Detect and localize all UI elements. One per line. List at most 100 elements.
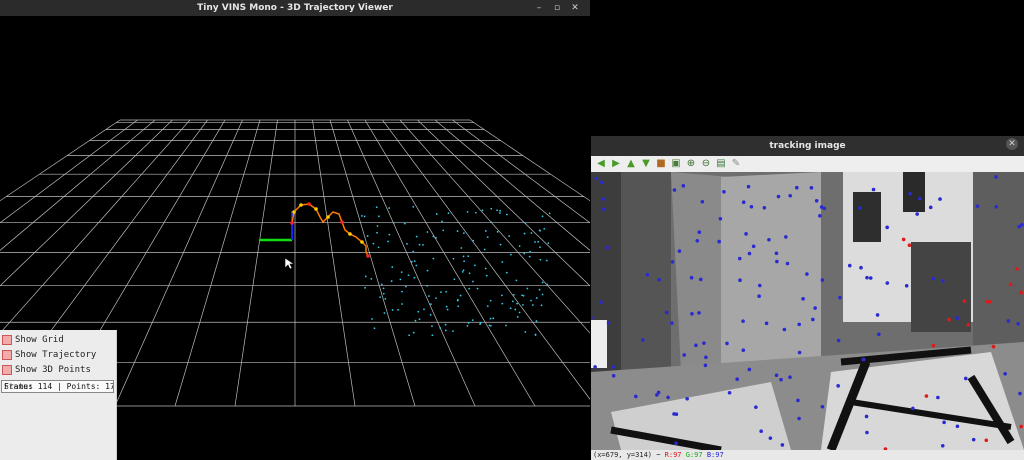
save-icon[interactable]: ▤ [715, 158, 727, 170]
close-icon[interactable]: ✕ [568, 0, 582, 16]
keyframe-marker [292, 210, 296, 214]
arrow-up-icon[interactable]: ▲ [625, 158, 637, 170]
map-point [412, 205, 415, 208]
map-point [460, 247, 463, 249]
map-point [373, 327, 376, 330]
feature-point [670, 321, 674, 325]
viewer-title: Tiny VINS Mono - 3D Trajectory Viewer [197, 3, 393, 13]
map-point [390, 280, 393, 282]
viewer-titlebar: Tiny VINS Mono - 3D Trajectory Viewer – … [0, 0, 590, 16]
feature-point [931, 276, 936, 281]
map-point [539, 246, 541, 249]
map-point [426, 284, 429, 287]
map-point [538, 288, 541, 291]
map-point [384, 298, 387, 300]
map-point [413, 276, 416, 279]
map-point [399, 278, 402, 281]
map-point [501, 302, 504, 305]
feature-point [606, 321, 611, 325]
map-point [468, 272, 471, 275]
panel-icon[interactable]: ■ [655, 158, 667, 170]
grid-line [312, 119, 356, 407]
status-bar: Status Frame: 114 | Points: 171 [1, 380, 114, 393]
feature-point [940, 443, 945, 448]
feature-point [862, 357, 866, 362]
map-point [364, 275, 367, 278]
map-point [531, 304, 534, 306]
feature-point [681, 183, 686, 188]
map-point [516, 316, 519, 318]
settings-icon[interactable]: ✎ [730, 158, 742, 170]
map-point [511, 300, 514, 303]
dark-window [853, 192, 881, 242]
map-point [376, 231, 378, 234]
map-point [492, 317, 495, 320]
map-point [397, 308, 399, 311]
feature-point [988, 300, 992, 304]
map-point [442, 229, 445, 232]
feature-point [784, 235, 788, 239]
feature-point [877, 332, 881, 337]
map-point [435, 297, 437, 299]
checkbox-icon [2, 335, 12, 345]
map-point [456, 299, 459, 302]
minimize-icon[interactable]: – [532, 0, 546, 16]
grid-line [417, 119, 590, 287]
map-point [481, 209, 484, 212]
map-point [431, 325, 433, 328]
map-point [370, 277, 373, 280]
map-point [426, 231, 429, 233]
feature-point [611, 373, 616, 378]
map-point [522, 294, 525, 297]
show-grid-label: Show Grid [15, 335, 64, 345]
feature-point [966, 322, 971, 327]
feature-point [774, 373, 779, 378]
map-point [415, 264, 418, 267]
arrow-down-icon[interactable]: ▼ [640, 158, 652, 170]
feature-point [699, 277, 703, 282]
feature-point [885, 281, 890, 285]
feature-point [700, 199, 705, 204]
zoom-fit-icon[interactable]: ▣ [670, 158, 682, 170]
pixel-coords: (x=679, y=314) ~ [593, 451, 661, 459]
feature-point [794, 185, 799, 190]
feature-point [695, 238, 700, 243]
show-grid-checkbox[interactable]: Show Grid [2, 333, 64, 347]
map-point [459, 294, 462, 297]
map-point [534, 241, 536, 243]
map-point [486, 305, 489, 308]
zoom-in-icon[interactable]: ⊕ [685, 158, 697, 170]
map-point [430, 303, 432, 306]
tracking-image[interactable] [591, 172, 1024, 450]
map-point [523, 232, 526, 235]
map-point [541, 215, 544, 218]
feature-point [722, 189, 726, 194]
map-point [548, 212, 551, 215]
map-point [412, 250, 415, 253]
feature-point [747, 251, 752, 256]
feature-point [811, 317, 815, 322]
point-cloud [361, 205, 551, 337]
map-point [439, 326, 442, 329]
show-3d-points-checkbox[interactable]: Show 3D Points [2, 363, 91, 377]
map-point [540, 304, 543, 307]
maximize-icon[interactable]: ▫ [550, 0, 564, 16]
map-point [441, 220, 443, 223]
keyframe-marker [360, 240, 364, 244]
feature-point [796, 398, 800, 403]
feature-point [931, 343, 936, 348]
map-point [462, 269, 465, 272]
map-point [377, 215, 380, 218]
show-trajectory-checkbox[interactable]: Show Trajectory [2, 348, 96, 362]
checkerboard [591, 320, 607, 368]
arrow-left-icon[interactable]: ◀ [595, 158, 607, 170]
feature-point [1018, 391, 1022, 396]
feature-point [836, 384, 840, 388]
map-point [426, 269, 429, 272]
map-point [444, 323, 447, 326]
zoom-out-icon[interactable]: ⊖ [700, 158, 712, 170]
close-icon[interactable]: ✕ [1006, 138, 1018, 150]
arrow-right-icon[interactable]: ▶ [610, 158, 622, 170]
map-point [474, 211, 477, 214]
feature-point [703, 363, 708, 368]
